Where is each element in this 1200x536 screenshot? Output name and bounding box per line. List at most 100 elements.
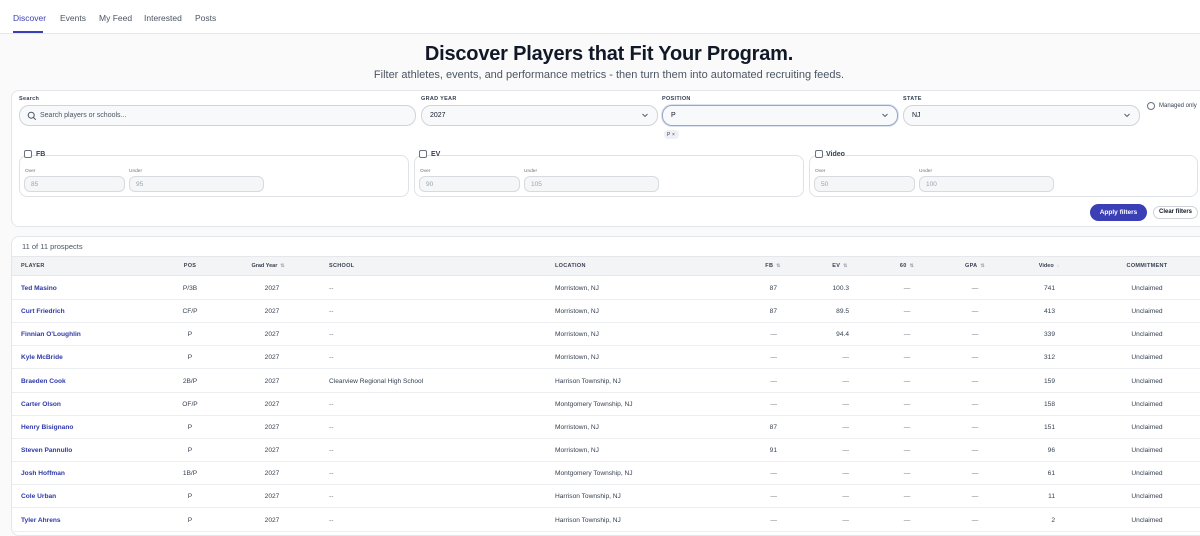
- video-title: Video: [826, 151, 845, 158]
- col-grad-year[interactable]: Grad Year ⇅: [251, 263, 284, 269]
- chevron-down-icon: [1124, 113, 1130, 118]
- commitment-cell: Unclaimed: [1131, 423, 1163, 431]
- search-input[interactable]: Search players or schools...: [19, 105, 416, 126]
- player-name-link[interactable]: Ted Masino: [21, 285, 57, 292]
- video-cell: 339: [1043, 331, 1055, 339]
- school-cell: --: [329, 285, 334, 292]
- video-cell: 96: [1047, 447, 1055, 455]
- location-cell: Morristown, NJ: [555, 331, 599, 339]
- school-cell: --: [329, 423, 334, 431]
- tab-interested[interactable]: Interested: [144, 13, 182, 23]
- ev-over-placeholder: 90: [426, 181, 434, 188]
- player-name-link[interactable]: Carter Olson: [21, 401, 61, 408]
- sixty-cell: —: [903, 447, 911, 455]
- video-cell: 11: [1048, 493, 1055, 501]
- tab-posts[interactable]: Posts: [195, 13, 216, 23]
- fb-under-input[interactable]: 95: [129, 176, 264, 192]
- col-video[interactable]: Video ↓: [1039, 263, 1059, 269]
- grad-year-cell: 2027: [264, 423, 280, 431]
- video-cell: 2: [1051, 516, 1055, 524]
- col-sixty[interactable]: 60 ⇅: [900, 263, 914, 269]
- col-gpa-label: GPA: [965, 263, 978, 269]
- player-name-link[interactable]: Cole Urban: [21, 493, 56, 500]
- col-location[interactable]: LOCATION: [555, 263, 586, 269]
- location-cell: Montgomery Township, NJ: [555, 470, 633, 478]
- player-name-link[interactable]: Tyler Ahrens: [21, 517, 61, 524]
- player-name-link[interactable]: Josh Hoffman: [21, 470, 65, 477]
- fb-checkbox[interactable]: [24, 150, 32, 158]
- location-cell: Morristown, NJ: [555, 308, 599, 316]
- commitment-cell: Unclaimed: [1131, 470, 1163, 478]
- fb-cell: —: [770, 493, 777, 501]
- col-pos[interactable]: POS: [184, 263, 197, 269]
- pos-cell: P: [187, 516, 193, 524]
- fb-cell: —: [770, 516, 777, 524]
- ev-cell: —: [842, 423, 849, 431]
- video-checkbox[interactable]: [815, 150, 823, 158]
- grad-year-cell: 2027: [264, 331, 280, 339]
- col-school[interactable]: SCHOOL: [329, 263, 354, 269]
- sixty-cell: —: [903, 354, 911, 362]
- school-cell: --: [329, 400, 334, 408]
- fb-cell: —: [770, 354, 777, 362]
- commitment-cell: Unclaimed: [1131, 285, 1163, 292]
- chip-remove-icon[interactable]: ×: [672, 132, 675, 138]
- school-cell: Clearview Regional High School: [329, 377, 424, 385]
- tab-events[interactable]: Events: [60, 13, 86, 23]
- state-select[interactable]: NJ: [903, 105, 1140, 126]
- location-cell: Harrison Township, NJ: [555, 377, 621, 385]
- pos-cell: P: [187, 354, 193, 362]
- player-name-link[interactable]: Steven Pannullo: [21, 447, 72, 454]
- position-select[interactable]: P: [662, 105, 898, 126]
- pos-cell: OF/P: [182, 400, 198, 408]
- apply-filters-button[interactable]: Apply filters: [1090, 204, 1147, 221]
- col-ev-label: EV: [832, 263, 841, 269]
- fb-over-label: Over: [25, 169, 36, 174]
- ev-cell: 89.5: [836, 308, 849, 316]
- col-grad-year-label: Grad Year: [251, 263, 278, 269]
- video-over-placeholder: 50: [821, 181, 829, 188]
- col-gpa[interactable]: GPA ⇅: [965, 263, 985, 269]
- ev-cell: —: [842, 354, 849, 362]
- video-over-input[interactable]: 50: [814, 176, 915, 192]
- col-player[interactable]: PLAYER: [21, 263, 45, 269]
- player-name-link[interactable]: Braeden Cook: [21, 378, 66, 385]
- col-commitment[interactable]: COMMITMENT: [1127, 263, 1168, 269]
- player-name-link[interactable]: Finnian O'Loughlin: [21, 331, 81, 338]
- player-name-link[interactable]: Curt Friedrich: [21, 308, 65, 315]
- sixty-cell: —: [903, 516, 911, 524]
- pos-cell: P: [187, 493, 193, 501]
- managed-only-radio[interactable]: [1147, 102, 1155, 110]
- location-cell: Montgomery Township, NJ: [555, 400, 633, 408]
- gpa-cell: —: [971, 354, 979, 362]
- school-cell: --: [329, 516, 334, 524]
- fb-title: FB: [36, 151, 46, 158]
- video-cell: 741: [1043, 285, 1055, 292]
- position-chip-label: P: [667, 131, 671, 138]
- ev-over-input[interactable]: 90: [419, 176, 520, 192]
- col-fb[interactable]: FB ⇅: [765, 263, 780, 269]
- ev-cell: —: [842, 470, 849, 478]
- video-under-input[interactable]: 100: [919, 176, 1054, 192]
- player-name-link[interactable]: Kyle McBride: [21, 354, 63, 361]
- grad-year-select[interactable]: 2027: [421, 105, 658, 126]
- player-name-link[interactable]: Henry Bisignano: [21, 424, 73, 431]
- sixty-cell: —: [903, 285, 911, 292]
- location-cell: Harrison Township, NJ: [555, 516, 621, 524]
- fb-over-input[interactable]: 85: [24, 176, 125, 192]
- sixty-cell: —: [903, 400, 911, 408]
- tab-discover[interactable]: Discover: [13, 13, 46, 23]
- active-tab-indicator: [13, 31, 43, 33]
- pos-cell: P: [187, 447, 193, 455]
- ev-under-input[interactable]: 105: [524, 176, 659, 192]
- fb-cell: 87: [769, 423, 777, 431]
- tab-my-feed[interactable]: My Feed: [99, 13, 132, 23]
- gpa-cell: —: [971, 516, 979, 524]
- location-cell: Morristown, NJ: [555, 354, 599, 362]
- ev-checkbox[interactable]: [419, 150, 427, 158]
- clear-filters-button[interactable]: Clear filters: [1153, 206, 1198, 219]
- pos-cell: CF/P: [182, 308, 198, 316]
- pos-cell: P/3B: [182, 285, 198, 292]
- fb-cell: —: [770, 470, 777, 478]
- col-ev[interactable]: EV ⇅: [832, 263, 847, 269]
